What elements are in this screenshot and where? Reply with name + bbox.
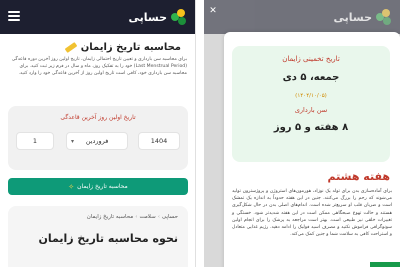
top-bar: حساپی (0, 0, 195, 34)
month-value: فروردین (85, 137, 109, 145)
month-select[interactable]: ▾ فروردین (66, 132, 128, 150)
brand-logo: حساپی (333, 8, 392, 26)
due-date-title: تاریخ تخمینی زایمان (282, 55, 340, 63)
breadcrumb: حساپی›سلامت›محاسبه تاریخ زایمان (87, 214, 178, 220)
pregnancy-age: ۸ هفته و ۵ روز (273, 122, 349, 133)
top-bar-dimmed: حساپی (204, 0, 400, 34)
calculator-screen: حساپی محاسبه تاریخ زایمان برای محاسبه سن… (0, 0, 196, 267)
floating-action-button[interactable] (370, 262, 400, 267)
week-description: برای آماده‌سازی بدن برای تولد یک نوزاد، … (232, 189, 392, 238)
week-title: هفته هشتم (327, 170, 390, 183)
calculate-button-label: محاسبه تاریخ زایمان (77, 183, 128, 190)
pregnancy-age-label: سن بارداری (294, 106, 328, 114)
page-title: محاسبه تاریخ زایمان (64, 42, 181, 53)
form-label: تاریخ اولین روز آخرین قاعدگی (60, 114, 136, 121)
result-screen: حساپی ✕ تاریخ تخمینی زایمان جمعه، ۵ دی (… (204, 0, 400, 267)
close-icon[interactable]: ✕ (208, 6, 218, 16)
brand-logo[interactable]: حساپی (128, 8, 187, 26)
year-value: 1404 (150, 137, 168, 145)
chevron-down-icon: ▾ (71, 138, 75, 145)
calculate-button[interactable]: محاسبه تاریخ زایمان ✧ (8, 178, 188, 195)
lmp-form: تاریخ اولین روز آخرین قاعدگی 1 ▾ فروردین… (8, 106, 188, 170)
year-select[interactable]: 1404 (138, 132, 180, 150)
page-title-text: محاسبه تاریخ زایمان (80, 42, 181, 53)
pencil-icon (64, 42, 78, 53)
result-card: تاریخ تخمینی زایمان جمعه، ۵ دی (۱۴۰۴/۱۰/… (232, 46, 390, 162)
due-date: جمعه، ۵ دی (282, 72, 340, 83)
article-title: نحوه محاسبه تاریخ زایمان (38, 232, 178, 245)
day-select[interactable]: 1 (16, 132, 54, 150)
menu-icon[interactable] (8, 11, 20, 21)
due-date-numeric: (۱۴۰۴/۱۰/۰۵) (295, 93, 327, 99)
logo-mark-icon (376, 9, 392, 25)
breadcrumb-home[interactable]: حساپی (162, 214, 178, 220)
brand-name: حساپی (333, 10, 372, 24)
article-card: حساپی›سلامت›محاسبه تاریخ زایمان نحوه محا… (8, 206, 188, 267)
page-description: برای محاسبه سن بارداری و تعیین تاریخ احت… (11, 57, 187, 76)
breadcrumb-health[interactable]: سلامت (139, 214, 155, 220)
brand-name: حساپی (128, 10, 167, 24)
breadcrumb-current: محاسبه تاریخ زایمان (86, 214, 134, 220)
logo-mark-icon (171, 9, 187, 25)
sparkle-icon: ✧ (68, 182, 75, 191)
day-value: 1 (32, 137, 38, 145)
result-modal: تاریخ تخمینی زایمان جمعه، ۵ دی (۱۴۰۴/۱۰/… (224, 32, 400, 267)
